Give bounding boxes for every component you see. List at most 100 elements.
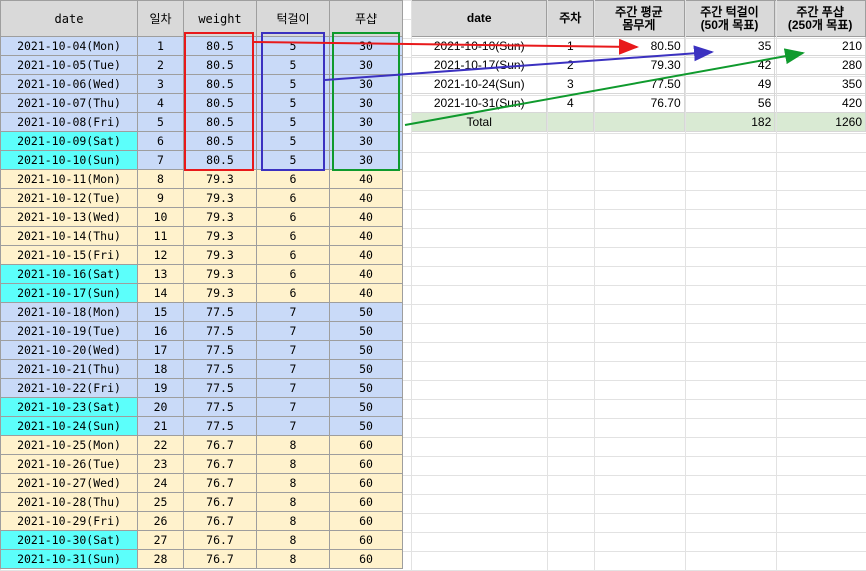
cell-pushup[interactable]: 30 xyxy=(329,55,403,75)
cell-weight[interactable]: 79.3 xyxy=(183,264,257,284)
cell-weight[interactable]: 76.7 xyxy=(183,511,257,531)
cell-day[interactable]: 4 xyxy=(137,93,184,113)
cell-weight[interactable]: 77.5 xyxy=(183,340,257,360)
cell-pushup[interactable]: 50 xyxy=(329,378,403,398)
cell-date[interactable]: 2021-10-29(Fri) xyxy=(0,511,138,531)
summary-cell-avg-weight[interactable]: 76.70 xyxy=(593,93,685,113)
cell-pullup[interactable]: 7 xyxy=(256,302,330,322)
cell-weight[interactable]: 80.5 xyxy=(183,36,257,56)
summary-cell-date[interactable]: 2021-10-24(Sun) xyxy=(410,74,548,94)
cell-pullup[interactable]: 8 xyxy=(256,530,330,550)
cell-pushup[interactable]: 40 xyxy=(329,169,403,189)
cell-day[interactable]: 27 xyxy=(137,530,184,550)
cell-pullup[interactable]: 6 xyxy=(256,207,330,227)
cell-weight[interactable]: 77.5 xyxy=(183,321,257,341)
header-pushup[interactable]: 푸샵 xyxy=(329,0,403,37)
cell-pushup[interactable]: 30 xyxy=(329,112,403,132)
cell-weight[interactable]: 79.3 xyxy=(183,169,257,189)
cell-weight[interactable]: 80.5 xyxy=(183,150,257,170)
header-date[interactable]: date xyxy=(0,0,138,37)
cell-pushup[interactable]: 50 xyxy=(329,359,403,379)
cell-pullup[interactable]: 5 xyxy=(256,150,330,170)
cell-day[interactable]: 9 xyxy=(137,188,184,208)
cell-pullup[interactable]: 5 xyxy=(256,36,330,56)
cell-pullup[interactable]: 7 xyxy=(256,321,330,341)
cell-day[interactable]: 15 xyxy=(137,302,184,322)
cell-pullup[interactable]: 6 xyxy=(256,264,330,284)
summary-cell-week[interactable]: 3 xyxy=(546,74,595,94)
cell-weight[interactable]: 76.7 xyxy=(183,473,257,493)
summary-header-date[interactable]: date xyxy=(410,0,548,37)
summary-cell-pullup[interactable]: 42 xyxy=(683,55,776,75)
cell-day[interactable]: 3 xyxy=(137,74,184,94)
cell-pullup[interactable]: 5 xyxy=(256,55,330,75)
cell-pushup[interactable]: 60 xyxy=(329,492,403,512)
cell-weight[interactable]: 76.7 xyxy=(183,492,257,512)
cell-date[interactable]: 2021-10-28(Thu) xyxy=(0,492,138,512)
cell-date[interactable]: 2021-10-04(Mon) xyxy=(0,36,138,56)
cell-pushup[interactable]: 60 xyxy=(329,549,403,569)
summary-header-pushup[interactable]: 주간 푸샵 (250개 목표) xyxy=(774,0,866,37)
cell-date[interactable]: 2021-10-09(Sat) xyxy=(0,131,138,151)
summary-cell-pullup[interactable]: 49 xyxy=(683,74,776,94)
summary-cell-week[interactable]: 2 xyxy=(546,55,595,75)
cell-pullup[interactable]: 8 xyxy=(256,473,330,493)
cell-pushup[interactable]: 30 xyxy=(329,36,403,56)
cell-pushup[interactable]: 50 xyxy=(329,321,403,341)
cell-day[interactable]: 16 xyxy=(137,321,184,341)
cell-day[interactable]: 23 xyxy=(137,454,184,474)
cell-date[interactable]: 2021-10-16(Sat) xyxy=(0,264,138,284)
cell-day[interactable]: 18 xyxy=(137,359,184,379)
cell-pullup[interactable]: 6 xyxy=(256,226,330,246)
cell-pullup[interactable]: 6 xyxy=(256,169,330,189)
cell-day[interactable]: 12 xyxy=(137,245,184,265)
summary-total-pullup[interactable]: 182 xyxy=(683,112,776,132)
cell-day[interactable]: 25 xyxy=(137,492,184,512)
summary-total-week[interactable] xyxy=(546,112,595,132)
cell-weight[interactable]: 79.3 xyxy=(183,188,257,208)
cell-pushup[interactable]: 60 xyxy=(329,511,403,531)
cell-date[interactable]: 2021-10-27(Wed) xyxy=(0,473,138,493)
cell-weight[interactable]: 77.5 xyxy=(183,378,257,398)
cell-pullup[interactable]: 5 xyxy=(256,74,330,94)
cell-pushup[interactable]: 40 xyxy=(329,188,403,208)
cell-pullup[interactable]: 7 xyxy=(256,378,330,398)
cell-date[interactable]: 2021-10-26(Tue) xyxy=(0,454,138,474)
summary-total-pushup[interactable]: 1260 xyxy=(774,112,866,132)
summary-total-avg-weight[interactable] xyxy=(593,112,685,132)
cell-day[interactable]: 11 xyxy=(137,226,184,246)
header-weight[interactable]: weight xyxy=(183,0,257,37)
cell-date[interactable]: 2021-10-14(Thu) xyxy=(0,226,138,246)
cell-pullup[interactable]: 8 xyxy=(256,454,330,474)
cell-day[interactable]: 24 xyxy=(137,473,184,493)
cell-pushup[interactable]: 30 xyxy=(329,150,403,170)
summary-cell-date[interactable]: 2021-10-31(Sun) xyxy=(410,93,548,113)
cell-date[interactable]: 2021-10-12(Tue) xyxy=(0,188,138,208)
cell-date[interactable]: 2021-10-18(Mon) xyxy=(0,302,138,322)
cell-pushup[interactable]: 60 xyxy=(329,473,403,493)
summary-cell-pushup[interactable]: 210 xyxy=(774,36,866,56)
cell-pushup[interactable]: 60 xyxy=(329,454,403,474)
cell-date[interactable]: 2021-10-24(Sun) xyxy=(0,416,138,436)
cell-weight[interactable]: 80.5 xyxy=(183,131,257,151)
cell-pullup[interactable]: 5 xyxy=(256,112,330,132)
summary-cell-week[interactable]: 1 xyxy=(546,36,595,56)
cell-pushup[interactable]: 60 xyxy=(329,530,403,550)
summary-cell-avg-weight[interactable]: 80.50 xyxy=(593,36,685,56)
summary-cell-pushup[interactable]: 350 xyxy=(774,74,866,94)
cell-weight[interactable]: 80.5 xyxy=(183,74,257,94)
cell-pushup[interactable]: 30 xyxy=(329,93,403,113)
cell-pushup[interactable]: 40 xyxy=(329,264,403,284)
cell-weight[interactable]: 79.3 xyxy=(183,226,257,246)
cell-pullup[interactable]: 8 xyxy=(256,435,330,455)
summary-cell-avg-weight[interactable]: 77.50 xyxy=(593,74,685,94)
summary-cell-pushup[interactable]: 420 xyxy=(774,93,866,113)
cell-pushup[interactable]: 50 xyxy=(329,416,403,436)
cell-date[interactable]: 2021-10-31(Sun) xyxy=(0,549,138,569)
cell-pushup[interactable]: 60 xyxy=(329,435,403,455)
summary-cell-pushup[interactable]: 280 xyxy=(774,55,866,75)
cell-pushup[interactable]: 40 xyxy=(329,207,403,227)
cell-pullup[interactable]: 5 xyxy=(256,93,330,113)
cell-day[interactable]: 22 xyxy=(137,435,184,455)
cell-day[interactable]: 7 xyxy=(137,150,184,170)
